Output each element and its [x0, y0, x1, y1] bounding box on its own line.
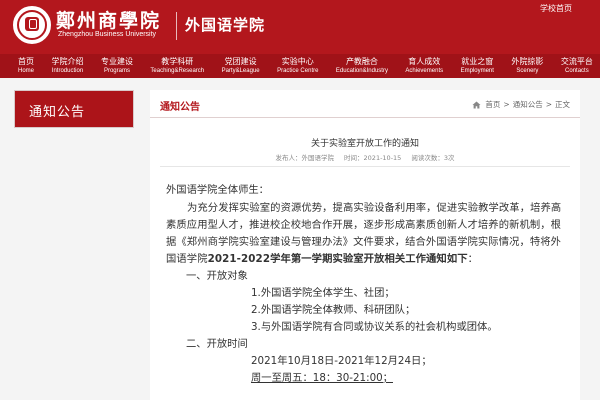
meta-publisher: 发布人：外国语学院 [275, 154, 334, 162]
article-greeting: 外国语学院全体师生： [166, 184, 269, 196]
nav-label: 育人成效 [408, 57, 441, 66]
sidebar-title: 通知公告 [29, 105, 86, 120]
nav-item-home[interactable]: 首页 Home [18, 54, 34, 78]
site-header: 鄭州商學院 Zhengzhou Business University 外国语学… [0, 0, 600, 54]
section-heading-2: 二、开放时间 [186, 338, 248, 350]
nav-item-party-league[interactable]: 党团建设 Party&League [222, 54, 260, 78]
list-item: 2.外国语学院全体教师、科研团队； [251, 304, 416, 316]
nav-label-en: Education&Industry [335, 68, 388, 74]
nav-label: 就业之窗 [461, 57, 494, 66]
nav-label: 外院掠影 [511, 57, 544, 66]
article-body: 外国语学院全体师生： 为充分发挥实验室的资源优势，提高实验设备利用率，促进实验教… [166, 182, 566, 387]
intro-text-end: ： [467, 253, 479, 265]
section-heading-1: 一、开放对象 [186, 270, 248, 282]
time-range: 2021年10月18日-2021年12月24日； [251, 355, 432, 367]
nav-label: 产教融合 [345, 57, 378, 66]
nav-item-programs[interactable]: 专业建设 Programs [101, 54, 133, 78]
header-divider [176, 12, 177, 40]
nav-item-employment[interactable]: 就业之窗 Employment [461, 54, 494, 78]
nav-label-en: Practice Centre [277, 68, 319, 74]
meta-views: 阅读次数：3次 [411, 154, 455, 162]
article-meta: 发布人：外国语学院 时间：2021-10-15 阅读次数：3次 [150, 152, 580, 162]
school-home-link[interactable]: 学校首页 [540, 3, 572, 14]
nav-label-en: Party&League [221, 68, 260, 74]
nav-item-contacts[interactable]: 交流平台 Contacts [561, 54, 593, 78]
home-icon [472, 101, 481, 109]
section-label: 通知公告 [160, 102, 200, 113]
main-content: 通知公告 首页 > 通知公告 > 正文 关于实验室开放工作的通知 发布人：外国语… [150, 90, 580, 400]
nav-label: 教学科研 [161, 57, 194, 66]
breadcrumb: 首页 > 通知公告 > 正文 [472, 99, 570, 110]
nav-label: 交流平台 [560, 57, 593, 66]
nav-item-teaching-research[interactable]: 教学科研 Teaching&Research [150, 54, 204, 78]
list-item: 1.外国语学院全体学生、社团； [251, 287, 395, 299]
nav-item-education-industry[interactable]: 产教融合 Education&Industry [336, 54, 388, 78]
nav-label: 首页 [18, 57, 34, 66]
intro-bold-text: 2021-2022学年第一学期实验室开放相关工作通知如下 [207, 253, 468, 265]
nav-label-en: Introduction [51, 68, 84, 74]
nav-label-en: Contacts [565, 68, 589, 74]
nav-label-en: Achievements [405, 68, 444, 74]
nav-label: 专业建设 [100, 57, 133, 66]
nav-label-en: Home [18, 68, 35, 74]
nav-item-achievements[interactable]: 育人成效 Achievements [405, 54, 443, 78]
university-name-en: Zhengzhou Business University [58, 31, 157, 38]
time-weekday: 周一至周五：18：30-21:00； [251, 372, 393, 384]
nav-label: 党团建设 [224, 57, 257, 66]
nav-item-introduction[interactable]: 学院介绍 Introduction [51, 54, 83, 78]
meta-time: 时间：2021-10-15 [344, 154, 402, 162]
nav-item-scenery[interactable]: 外院掠影 Scenery [511, 54, 543, 78]
main-nav: 首页 Home 学院介绍 Introduction 专业建设 Programs 教学科… [0, 54, 600, 78]
nav-label-en: Scenery [516, 68, 539, 74]
article-title: 关于实验室开放工作的通知 [310, 139, 419, 149]
nav-label: 实验中心 [281, 57, 314, 66]
university-name: 鄭州商學院 [56, 10, 162, 32]
breadcrumb-current: 正文 [555, 100, 570, 109]
breadcrumb-home[interactable]: 首页 [485, 99, 500, 110]
meta-divider [160, 166, 570, 167]
article-intro-paragraph: 为充分发挥实验室的资源优势，提高实验设备利用率，促进实验教学改革，培养高素质应用… [166, 200, 566, 268]
college-name: 外国语学院 [185, 16, 266, 34]
breadcrumb-notices[interactable]: 通知公告 [513, 99, 543, 110]
logo-emblem-icon [25, 17, 39, 31]
nav-label-en: Programs [103, 68, 130, 74]
breadcrumb-separator: > [503, 100, 510, 109]
list-item: 3.与外国语学院有合同或协议关系的社会机构或团体。 [251, 321, 498, 333]
nav-label: 学院介绍 [51, 57, 84, 66]
nav-label-en: Employment [460, 68, 494, 74]
nav-label-en: Teaching&Research [150, 68, 205, 74]
breadcrumb-separator: > [545, 100, 552, 109]
sidebar-title-box[interactable]: 通知公告 [14, 90, 134, 128]
nav-item-practice-centre[interactable]: 实验中心 Practice Centre [277, 54, 318, 78]
content-header: 通知公告 首页 > 通知公告 > 正文 [150, 90, 580, 118]
university-logo[interactable] [13, 6, 51, 44]
